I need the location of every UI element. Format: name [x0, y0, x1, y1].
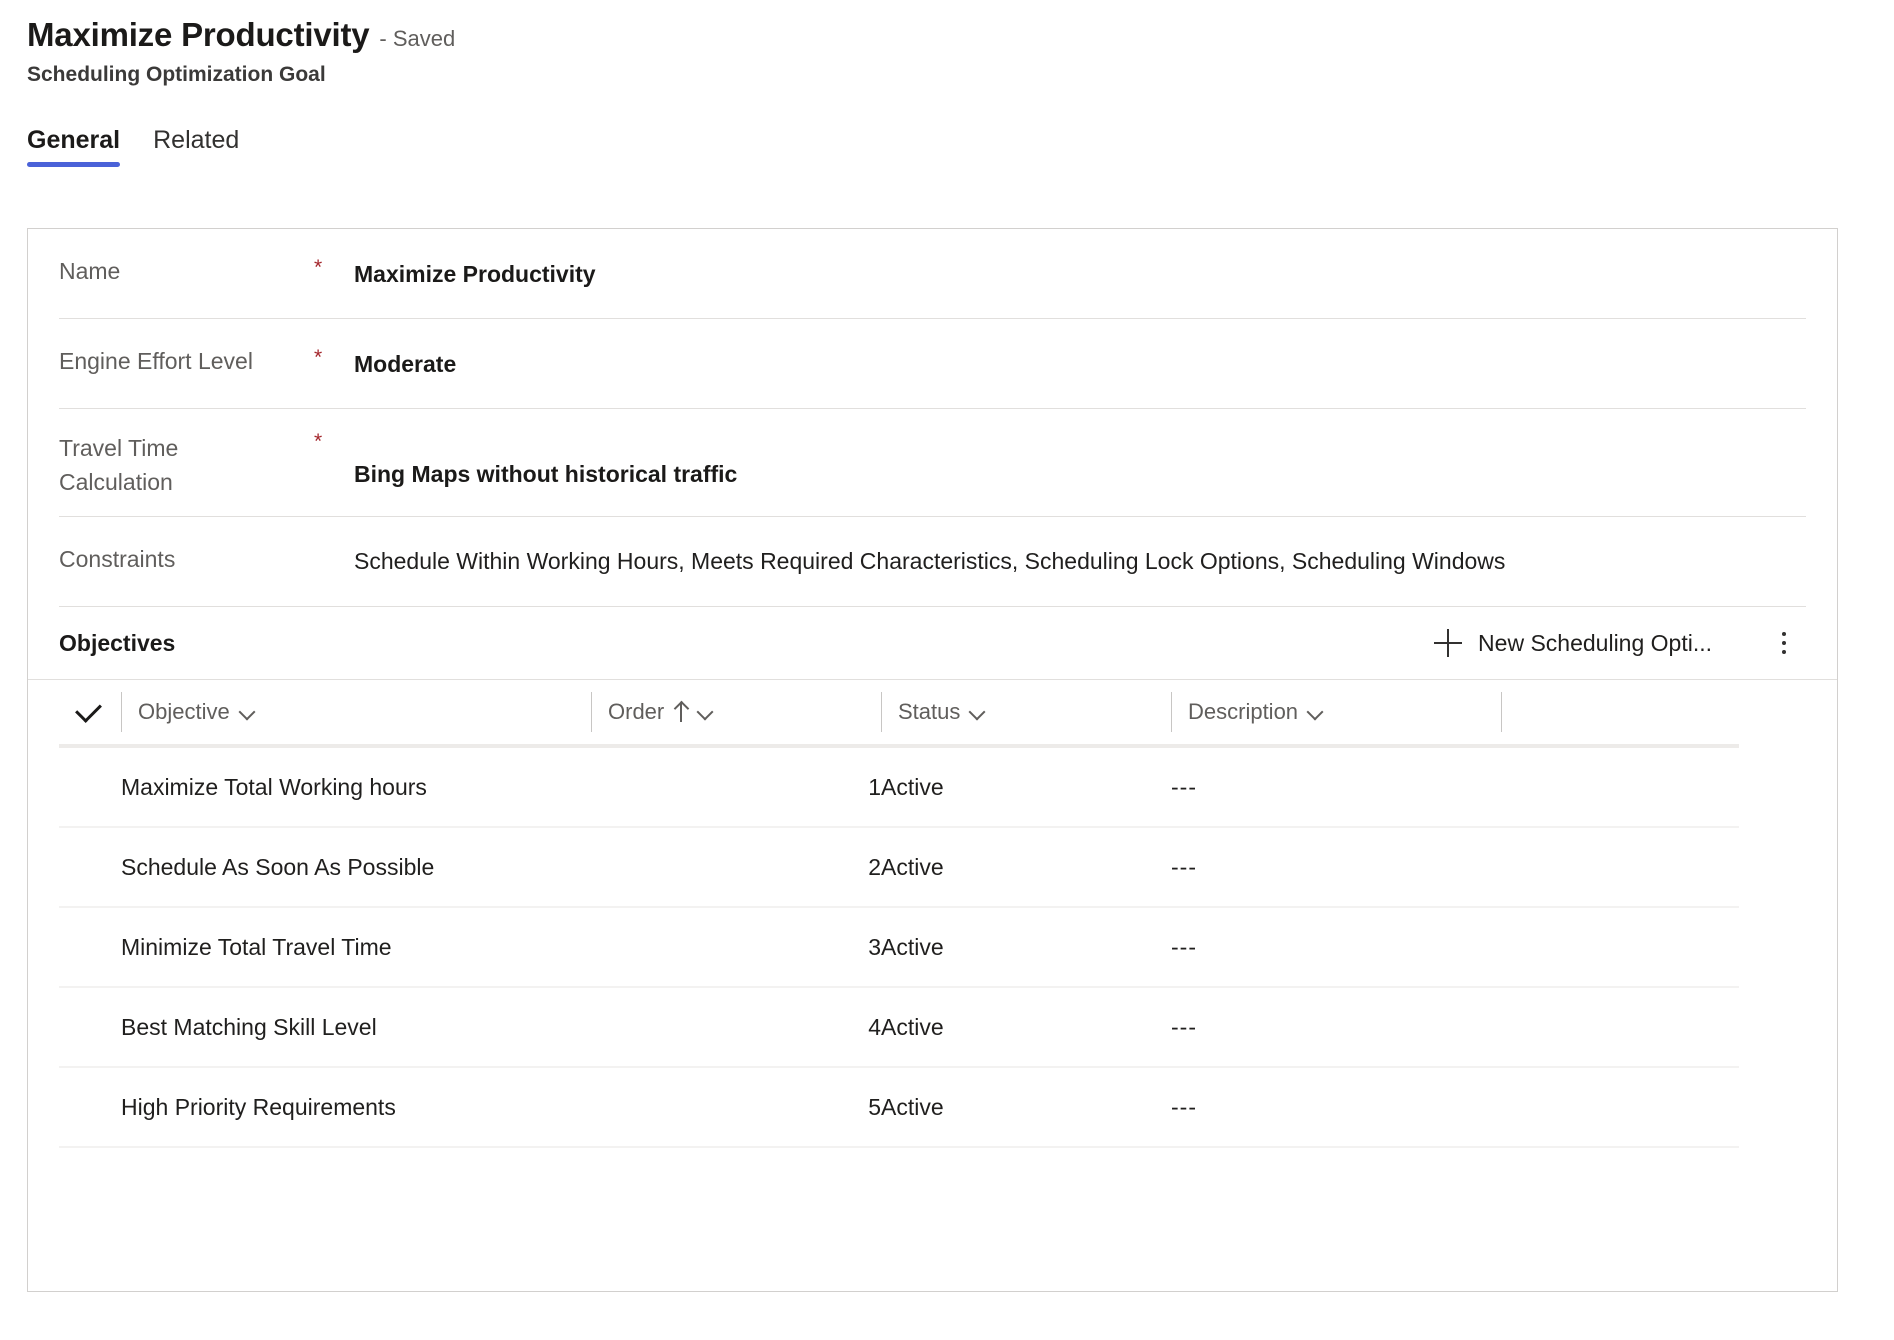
required-indicator-engine-effort-level: * — [314, 346, 323, 369]
table-row[interactable]: Best Matching Skill Level 4 Active --- — [59, 987, 1739, 1068]
objectives-title: Objectives — [59, 629, 176, 656]
cell-end-spacer — [1501, 987, 1739, 1068]
table-row[interactable]: Maximize Total Working hours 1 Active --… — [59, 746, 1739, 828]
field-label-name: Name — [59, 258, 121, 284]
cell-end-spacer — [1501, 827, 1739, 908]
table-row[interactable]: Minimize Total Travel Time 3 Active --- — [59, 907, 1739, 988]
checkmark-icon[interactable] — [73, 695, 103, 727]
cell-description: --- — [1171, 827, 1501, 908]
title-line: Maximize Productivity - Saved — [27, 16, 1894, 54]
cell-status: Active — [881, 987, 1171, 1068]
record-form-page: Maximize Productivity - Saved Scheduling… — [0, 0, 1894, 1340]
objectives-command-bar: New Scheduling Opti... — [1420, 621, 1806, 665]
row-select-cell[interactable] — [59, 907, 121, 988]
column-header-order[interactable]: Order — [591, 680, 881, 748]
cell-status: Active — [881, 1067, 1171, 1148]
objectives-grid: Objective Order Status Description Maxim… — [59, 680, 1739, 1148]
cell-end-spacer — [1501, 907, 1739, 988]
cell-order: 2 — [591, 827, 881, 908]
row-select-cell[interactable] — [59, 1067, 121, 1148]
column-divider — [1501, 692, 1503, 732]
cell-end-spacer — [1501, 1067, 1739, 1148]
cell-order: 4 — [591, 987, 881, 1068]
cell-order: 1 — [591, 746, 881, 828]
field-value-travel-time-calculation[interactable]: Bing Maps without historical traffic — [354, 409, 1806, 491]
column-header-status[interactable]: Status — [881, 680, 1171, 748]
chevron-down-icon[interactable] — [970, 704, 986, 720]
grid-select-all-header[interactable] — [59, 680, 121, 748]
cell-objective[interactable]: High Priority Requirements — [121, 1067, 591, 1148]
cell-description: --- — [1171, 907, 1501, 988]
save-status-label: - Saved — [379, 26, 456, 51]
column-header-description-label: Description — [1188, 699, 1299, 724]
form-header: Maximize Productivity - Saved Scheduling… — [0, 0, 1894, 87]
cell-status: Active — [881, 827, 1171, 908]
plus-icon — [1434, 629, 1463, 657]
field-label-travel-time-calculation: Travel Time Calculation — [59, 409, 314, 499]
grid-body: Maximize Total Working hours 1 Active --… — [59, 746, 1739, 1148]
cell-description: --- — [1171, 1067, 1501, 1148]
column-header-objective[interactable]: Objective — [121, 680, 591, 748]
cell-order: 5 — [591, 1067, 881, 1148]
form-card: Name * Maximize Productivity Engine Effo… — [27, 228, 1838, 1292]
tab-related[interactable]: Related — [153, 127, 239, 167]
field-list: Name * Maximize Productivity Engine Effo… — [28, 229, 1837, 607]
new-scheduling-objective-label: New Scheduling Opti... — [1478, 629, 1712, 656]
more-vertical-icon[interactable] — [1762, 621, 1806, 665]
field-value-name[interactable]: Maximize Productivity — [354, 229, 1806, 291]
dot — [1782, 641, 1786, 645]
cell-order: 3 — [591, 907, 881, 988]
row-select-cell[interactable] — [59, 827, 121, 908]
cell-objective[interactable]: Maximize Total Working hours — [121, 746, 591, 828]
required-indicator-travel-time-calculation: * — [314, 430, 323, 453]
objectives-subgrid-header: Objectives New Scheduling Opti... — [28, 607, 1837, 680]
table-row[interactable]: High Priority Requirements 5 Active --- — [59, 1067, 1739, 1148]
cell-objective[interactable]: Minimize Total Travel Time — [121, 907, 591, 988]
grid-header: Objective Order Status Description — [59, 680, 1739, 748]
cell-description: --- — [1171, 746, 1501, 828]
page-title: Maximize Productivity — [27, 16, 370, 53]
row-select-cell[interactable] — [59, 987, 121, 1068]
tab-general[interactable]: General — [27, 127, 121, 167]
required-indicator-name: * — [314, 256, 323, 279]
new-scheduling-objective-button[interactable]: New Scheduling Opti... — [1420, 623, 1726, 663]
field-label-travel-time-calculation-line2: Calculation — [59, 469, 173, 495]
sort-ascending-icon — [674, 702, 688, 722]
cell-objective[interactable]: Schedule As Soon As Possible — [121, 827, 591, 908]
column-header-order-label: Order — [608, 699, 665, 724]
dot — [1782, 632, 1786, 636]
cell-description: --- — [1171, 987, 1501, 1068]
column-header-status-label: Status — [898, 699, 961, 724]
row-select-cell[interactable] — [59, 746, 121, 828]
column-header-description[interactable]: Description — [1171, 680, 1501, 748]
objectives-grid-wrapper: Objective Order Status Description Maxim… — [28, 680, 1837, 1148]
cell-status: Active — [881, 746, 1171, 828]
field-value-constraints[interactable]: Schedule Within Working Hours, Meets Req… — [354, 517, 1806, 578]
chevron-down-icon[interactable] — [240, 704, 256, 720]
field-row-travel-time-calculation: Travel Time Calculation * Bing Maps with… — [59, 409, 1806, 517]
entity-name-label: Scheduling Optimization Goal — [27, 62, 326, 86]
field-label-engine-effort-level: Engine Effort Level — [59, 348, 253, 374]
field-value-engine-effort-level[interactable]: Moderate — [354, 319, 1806, 381]
chevron-down-icon[interactable] — [698, 704, 714, 720]
field-label-constraints: Constraints — [59, 546, 176, 572]
field-label-travel-time-calculation-line1: Travel Time — [59, 435, 179, 461]
form-tab-list: General Related — [0, 115, 1894, 167]
cell-objective[interactable]: Best Matching Skill Level — [121, 987, 591, 1068]
table-row[interactable]: Schedule As Soon As Possible 2 Active --… — [59, 827, 1739, 908]
required-indicator-constraints: * — [314, 517, 354, 566]
cell-status: Active — [881, 907, 1171, 988]
dot — [1782, 650, 1786, 654]
chevron-down-icon[interactable] — [1308, 704, 1324, 720]
field-row-constraints: Constraints * Schedule Within Working Ho… — [59, 517, 1806, 607]
field-row-engine-effort-level: Engine Effort Level * Moderate — [59, 319, 1806, 409]
field-row-name: Name * Maximize Productivity — [59, 229, 1806, 319]
column-header-end-spacer — [1501, 680, 1739, 748]
column-header-objective-label: Objective — [138, 699, 230, 724]
cell-end-spacer — [1501, 746, 1739, 828]
grid-header-row: Objective Order Status Description — [59, 680, 1739, 748]
